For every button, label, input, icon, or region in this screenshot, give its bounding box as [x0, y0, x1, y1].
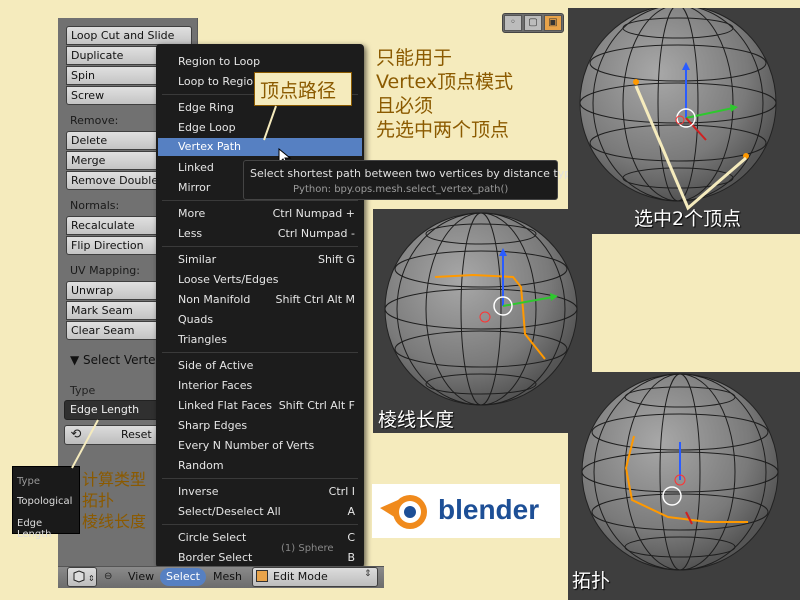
- type-note-line: 拓扑: [82, 491, 115, 510]
- menu-item-more[interactable]: More: [178, 207, 205, 220]
- blender-logo-icon: [380, 495, 427, 529]
- shortcut-select-all: A: [347, 505, 355, 518]
- menu-item-linked-flat-faces[interactable]: Linked Flat Faces: [178, 399, 272, 412]
- menu-mesh[interactable]: Mesh: [213, 570, 242, 583]
- menu-item-edge-loop[interactable]: Edge Loop: [178, 121, 236, 134]
- menu-separator: [162, 524, 358, 525]
- menu-item-triangles[interactable]: Triangles: [178, 333, 227, 346]
- shortcut-more: Ctrl Numpad +: [272, 207, 355, 220]
- edge-mode-icon[interactable]: ▢: [524, 15, 542, 31]
- menu-item-edge-ring[interactable]: Edge Ring: [178, 101, 234, 114]
- loop-cut-slide-button[interactable]: Loop Cut and Slide: [66, 26, 192, 45]
- type-option-topological[interactable]: Topological: [17, 496, 72, 507]
- shortcut-inverse: Ctrl I: [328, 485, 355, 498]
- menu-item-side-of-active[interactable]: Side of Active: [178, 359, 253, 372]
- menu-select[interactable]: Select: [160, 568, 206, 586]
- type-label: Type: [70, 384, 96, 397]
- uv-section-label: UV Mapping:: [70, 264, 140, 277]
- menu-item-select-deselect-all[interactable]: Select/Deselect All: [178, 505, 281, 518]
- dropdown-arrows-icon: ⇕: [364, 569, 372, 579]
- type-option-edge-length[interactable]: Edge Length: [17, 518, 79, 540]
- caption-select-two: 选中2个顶点: [634, 208, 742, 230]
- blender-logo-text: blender: [438, 494, 540, 525]
- cube-icon: ⇕: [73, 570, 95, 583]
- caption-topology: 拓扑: [572, 570, 611, 592]
- menu-item-region-to-loop[interactable]: Region to Loop: [178, 55, 260, 68]
- note-line: Vertex顶点模式: [376, 71, 514, 93]
- note-line: 且必须: [376, 95, 434, 117]
- viewport-edge-length[interactable]: [373, 209, 592, 433]
- edit-mode-icon: [256, 570, 268, 582]
- type-note-line: 计算类型: [82, 470, 147, 489]
- menu-item-loose-verts-edges[interactable]: Loose Verts/Edges: [178, 273, 279, 286]
- type-note-line: 棱线长度: [82, 512, 147, 531]
- collapse-icon[interactable]: ⊖: [104, 571, 112, 582]
- remove-section-label: Remove:: [70, 114, 119, 127]
- menu-item-border-select[interactable]: Border Select: [178, 551, 252, 564]
- menu-item-mirror[interactable]: Mirror: [178, 181, 210, 194]
- menu-item-vertex-path[interactable]: Vertex Path: [178, 140, 241, 153]
- svg-text:⇕: ⇕: [88, 574, 95, 583]
- shortcut-circle-select: C: [347, 531, 355, 544]
- note-line: 只能用于: [376, 47, 453, 69]
- menu-item-sharp-edges[interactable]: Sharp Edges: [178, 419, 247, 432]
- menu-item-less[interactable]: Less: [178, 227, 202, 240]
- menu-item-non-manifold[interactable]: Non Manifold: [178, 293, 250, 306]
- notes-pointer: [71, 419, 99, 469]
- shortcut-non-manifold: Shift Ctrl Alt M: [275, 293, 355, 306]
- menu-separator: [162, 246, 358, 247]
- menu-item-inverse[interactable]: Inverse: [178, 485, 219, 498]
- menu-view[interactable]: View: [128, 570, 154, 583]
- shortcut-similar: Shift G: [317, 253, 355, 266]
- menu-separator: [162, 200, 358, 201]
- type-popup-title: Type: [17, 476, 40, 487]
- caption-edge-length: 棱线长度: [378, 409, 455, 431]
- menu-separator: [162, 352, 358, 353]
- menu-item-random[interactable]: Random: [178, 459, 224, 472]
- face-mode-icon[interactable]: ▣: [544, 15, 562, 31]
- callout-pointer: [263, 105, 277, 141]
- vertex-mode-icon[interactable]: ◦: [504, 15, 522, 31]
- tooltip-python: Python: bpy.ops.mesh.select_vertex_path(…: [293, 184, 509, 195]
- object-label: (1) Sphere: [281, 543, 334, 554]
- menu-item-linked[interactable]: Linked: [178, 161, 214, 174]
- tooltip-description: Select shortest path between two vertice…: [250, 167, 578, 180]
- shortcut-less: Ctrl Numpad -: [277, 227, 355, 240]
- type-popup: Type Topological Edge Length: [12, 466, 80, 540]
- shortcut-border-select: B: [347, 551, 355, 564]
- reset-label: Reset: [121, 428, 152, 441]
- normals-section-label: Normals:: [70, 199, 120, 212]
- viewport-two-vertices[interactable]: [568, 8, 800, 234]
- menu-item-every-n-verts[interactable]: Every N Number of Verts: [178, 439, 314, 452]
- requirement-note: 只能用于 Vertex顶点模式 且必须 先选中两个顶点: [376, 46, 513, 142]
- type-notes: 计算类型 拓扑 棱线长度: [82, 469, 146, 532]
- mode-select[interactable]: Edit Mode: [252, 567, 378, 587]
- shortcut-linked-flat-faces: Shift Ctrl Alt F: [278, 399, 355, 412]
- menu-item-interior-faces[interactable]: Interior Faces: [178, 379, 252, 392]
- menu-item-circle-select[interactable]: Circle Select: [178, 531, 246, 544]
- menu-item-similar[interactable]: Similar: [178, 253, 216, 266]
- menu-item-quads[interactable]: Quads: [178, 313, 213, 326]
- menu-item-loop-to-region[interactable]: Loop to Region: [178, 75, 260, 88]
- menu-separator: [162, 478, 358, 479]
- callout-vertex-path: 顶点路径: [260, 80, 337, 102]
- editor-type-button[interactable]: ⇕: [67, 567, 97, 587]
- note-line: 先选中两个顶点: [376, 119, 510, 141]
